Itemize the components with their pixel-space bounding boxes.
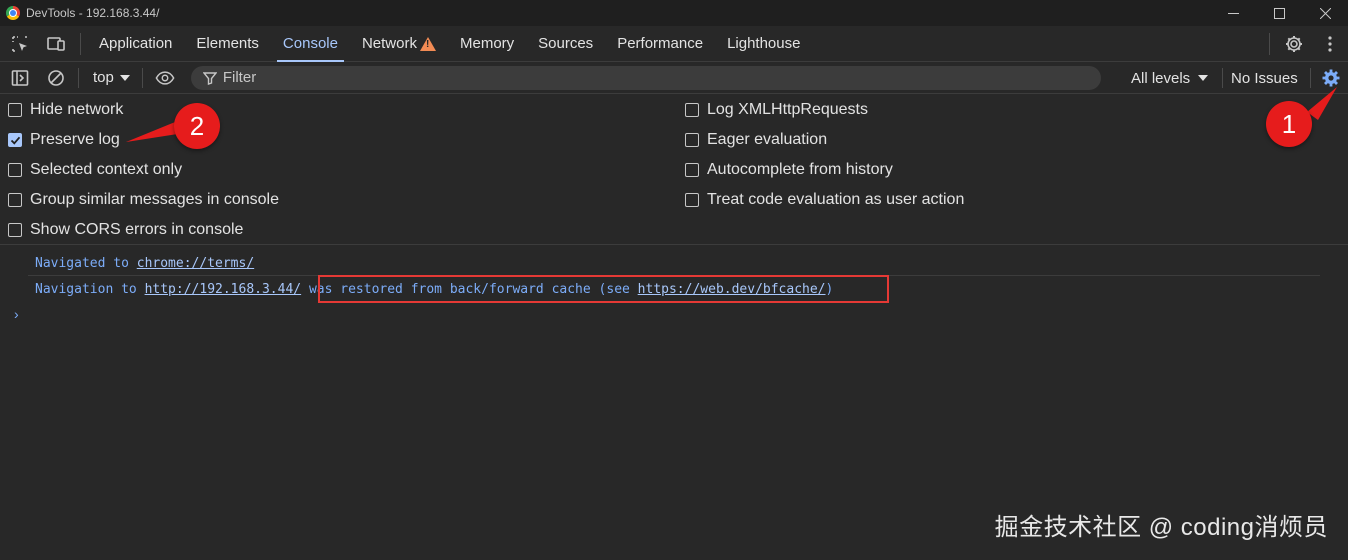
issues-label: No Issues (1231, 69, 1298, 87)
checkbox[interactable] (8, 193, 22, 207)
option-label: Group similar messages in console (30, 191, 279, 208)
chevron-down-icon (119, 74, 130, 81)
checkbox[interactable] (685, 193, 699, 207)
tab-label: Elements (196, 35, 259, 52)
log-levels-dropdown[interactable]: All levels (1131, 62, 1209, 94)
filter-icon (202, 71, 217, 85)
tab-console[interactable]: Console (271, 26, 350, 62)
filter-box[interactable] (190, 65, 1101, 90)
checkbox[interactable] (8, 103, 22, 117)
filter-input[interactable] (222, 69, 1083, 86)
message-link[interactable]: chrome://terms/ (137, 256, 254, 271)
tab-sources[interactable]: Sources (526, 26, 605, 62)
chrome-logo-icon (6, 6, 20, 20)
highlight-box (318, 275, 889, 303)
close-icon[interactable] (1302, 0, 1348, 26)
tab-label: Console (282, 35, 338, 52)
tab-label: Performance (617, 35, 704, 52)
tab-label: Memory (459, 35, 515, 52)
option-hide-network[interactable]: Hide network (8, 95, 123, 125)
title-bar: DevTools - 192.168.3.44/ (0, 0, 1348, 26)
clear-console-icon[interactable] (38, 62, 74, 94)
sidebar-toggle-icon[interactable] (2, 62, 38, 94)
more-options-icon[interactable] (1312, 26, 1348, 62)
option-label: Eager evaluation (707, 131, 828, 148)
checkbox-checked[interactable] (8, 133, 22, 147)
option-label: Hide network (30, 101, 124, 118)
device-toolbar-icon[interactable] (38, 26, 74, 62)
checkbox[interactable] (685, 103, 699, 117)
tab-memory[interactable]: Memory (448, 26, 526, 62)
tab-separator (1269, 33, 1270, 55)
tab-lighthouse[interactable]: Lighthouse (715, 26, 812, 62)
toolbar-separator (1310, 68, 1311, 88)
issues-counter[interactable]: No Issues (1231, 62, 1298, 94)
window-controls (1210, 0, 1348, 26)
annotation-badge-2: 2 (174, 103, 220, 149)
console-toolbar: top All levels No Issues (0, 62, 1348, 94)
context-selector[interactable]: top (83, 69, 138, 86)
tab-label: Sources (538, 35, 594, 52)
minimize-icon[interactable] (1210, 0, 1256, 26)
console-prompt[interactable]: › (14, 306, 19, 322)
annotation-badge-1: 1 (1266, 101, 1312, 147)
tab-label: Lighthouse (727, 35, 801, 52)
option-label: Preserve log (30, 131, 120, 148)
option-label: Treat code evaluation as user action (707, 191, 965, 208)
log-levels-value: All levels (1131, 69, 1191, 87)
option-eager-evaluation[interactable]: Eager evaluation (685, 125, 827, 155)
tab-label: Application (99, 35, 173, 52)
watermark: 掘金技术社区 @ coding消烦员 (994, 514, 1328, 541)
message-text: Navigated to (35, 255, 137, 271)
warning-icon (419, 36, 436, 51)
context-value: top (93, 69, 114, 86)
maximize-icon[interactable] (1256, 0, 1302, 26)
inspect-element-icon[interactable] (2, 26, 38, 62)
window-title: DevTools - 192.168.3.44/ (26, 6, 160, 20)
option-treat-as-user-action[interactable]: Treat code evaluation as user action (685, 185, 964, 215)
tab-label: Network (361, 35, 417, 52)
toolbar-separator (1222, 68, 1223, 88)
option-label: Selected context only (30, 161, 183, 178)
tab-application[interactable]: Application (87, 26, 184, 62)
tab-elements[interactable]: Elements (184, 26, 271, 62)
message-text: Navigation to (35, 281, 145, 297)
console-message: Navigated to chrome://terms/ (35, 250, 254, 276)
chevron-down-icon (1198, 75, 1209, 81)
live-expression-icon[interactable] (147, 62, 183, 94)
tab-network[interactable]: Network (350, 26, 448, 62)
console-settings-icon[interactable] (1319, 66, 1343, 90)
checkbox[interactable] (685, 163, 699, 177)
toolbar-separator (141, 67, 143, 88)
tab-performance[interactable]: Performance (605, 26, 715, 62)
checkbox[interactable] (8, 163, 22, 177)
option-log-xmlhttprequests[interactable]: Log XMLHttpRequests (685, 95, 868, 125)
option-label: Show CORS errors in console (30, 221, 244, 238)
tabbar-actions (1263, 26, 1348, 62)
panel-tab-bar: Application Elements Console Network Mem… (0, 26, 1348, 62)
tab-separator (80, 32, 81, 55)
devtools-settings-icon[interactable] (1276, 26, 1312, 62)
option-preserve-log[interactable]: Preserve log (8, 125, 120, 155)
toolbar-separator (78, 67, 79, 88)
option-selected-context-only[interactable]: Selected context only (8, 155, 182, 185)
option-autocomplete-history[interactable]: Autocomplete from history (685, 155, 893, 185)
message-link[interactable]: http://192.168.3.44/ (145, 282, 302, 297)
option-label: Log XMLHttpRequests (707, 101, 868, 118)
option-label: Autocomplete from history (707, 161, 893, 178)
option-show-cors-errors[interactable]: Show CORS errors in console (8, 215, 243, 245)
checkbox[interactable] (685, 133, 699, 147)
option-group-similar[interactable]: Group similar messages in console (8, 185, 279, 215)
checkbox[interactable] (8, 223, 22, 237)
